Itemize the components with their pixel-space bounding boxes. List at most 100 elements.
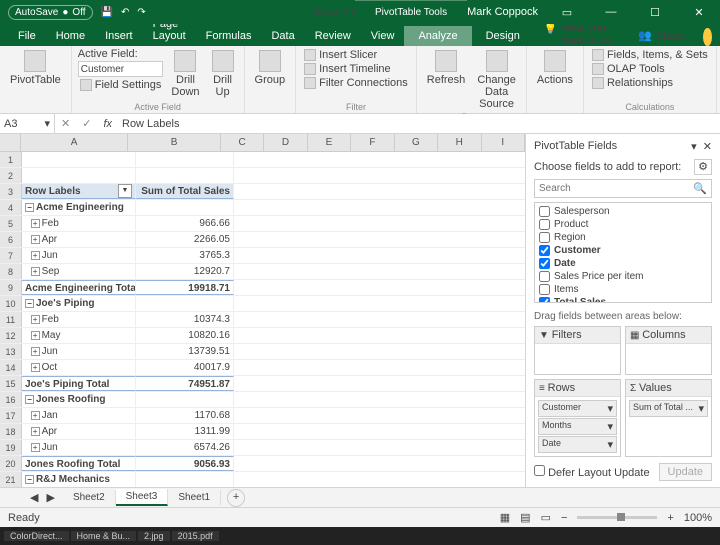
gear-icon[interactable]: ⚙ <box>694 159 712 175</box>
area-chip[interactable]: Customer▾ <box>538 400 617 417</box>
redo-icon[interactable]: ↷ <box>137 7 145 18</box>
drill-down-button[interactable]: Drill Down <box>167 48 203 100</box>
rows-area[interactable]: ≡ RowsCustomer▾Months▾Date▾ <box>534 379 621 457</box>
field-search[interactable]: 🔍 <box>534 179 712 198</box>
minimize-icon[interactable]: — <box>596 6 626 18</box>
zoom-out-icon[interactable]: − <box>561 512 567 524</box>
grid-row[interactable]: 2 <box>0 168 525 184</box>
tab-home[interactable]: Home <box>46 26 95 46</box>
user-name[interactable]: Mark Coppock <box>467 6 538 18</box>
fx-icon[interactable]: fx <box>97 118 118 130</box>
grid-row[interactable]: 6 +Apr2266.05 <box>0 232 525 248</box>
grid-row[interactable]: 8 +Sep12920.7 <box>0 264 525 280</box>
maximize-icon[interactable]: ☐ <box>640 6 670 19</box>
tab-design[interactable]: Design <box>472 26 534 46</box>
taskbar-item[interactable]: 2015.pdf <box>172 531 219 541</box>
olap-tools-button[interactable]: OLAP Tools <box>590 62 710 76</box>
grid-row[interactable]: 20Jones Roofing Total9056.93 <box>0 456 525 472</box>
fields-items-sets-button[interactable]: Fields, Items, & Sets <box>590 48 710 62</box>
area-chip[interactable]: Date▾ <box>538 436 617 453</box>
grid-row[interactable]: 7 +Jun3765.3 <box>0 248 525 264</box>
filters-area[interactable]: ▼ Filters <box>534 326 621 375</box>
col-header[interactable]: G <box>395 134 438 151</box>
zoom-slider[interactable] <box>577 516 657 519</box>
field-item[interactable]: Sales Price per item <box>537 270 709 283</box>
field-search-input[interactable] <box>539 183 693 194</box>
grid-row[interactable]: 4−Acme Engineering <box>0 200 525 216</box>
view-page-layout-icon[interactable]: ▤ <box>520 511 530 524</box>
field-settings-button[interactable]: Field Settings <box>78 78 164 92</box>
save-icon[interactable]: 💾 <box>101 7 113 18</box>
tab-formulas[interactable]: Formulas <box>196 26 262 46</box>
undo-icon[interactable]: ↶ <box>121 7 129 18</box>
tab-insert[interactable]: Insert <box>95 26 143 46</box>
add-sheet-button[interactable]: + <box>227 489 245 507</box>
field-item[interactable]: Total Sales <box>537 296 709 303</box>
active-field-input[interactable] <box>78 61 163 77</box>
grid-row[interactable]: 19 +Jun6574.26 <box>0 440 525 456</box>
tab-review[interactable]: Review <box>305 26 361 46</box>
taskbar-item[interactable]: Home & Bu... <box>71 531 137 541</box>
ribbon-options-icon[interactable]: ▭ <box>552 6 582 19</box>
field-item[interactable]: Date <box>537 257 709 270</box>
grid-row[interactable]: 10−Joe's Piping <box>0 296 525 312</box>
change-data-source-button[interactable]: Change Data Source <box>473 48 520 112</box>
sheet-tab[interactable]: Sheet3 <box>116 489 169 506</box>
col-header[interactable]: A <box>21 134 129 151</box>
field-item[interactable]: Items <box>537 283 709 296</box>
share-button[interactable]: 👥Share <box>628 25 695 46</box>
grid-row[interactable]: 11 +Feb10374.3 <box>0 312 525 328</box>
view-page-break-icon[interactable]: ▭ <box>541 511 551 524</box>
area-chip[interactable]: Sum of Total ...▾ <box>629 400 708 417</box>
tab-view[interactable]: View <box>361 26 405 46</box>
field-item[interactable]: Product <box>537 218 709 231</box>
tab-analyze[interactable]: Analyze <box>404 26 471 46</box>
grid-row[interactable]: 21−R&J Mechanics <box>0 472 525 487</box>
defer-layout-checkbox[interactable]: Defer Layout Update <box>534 465 650 479</box>
values-area[interactable]: Σ ValuesSum of Total ...▾ <box>625 379 712 457</box>
group-button[interactable]: Group <box>251 48 290 88</box>
tab-file[interactable]: File <box>8 26 46 46</box>
field-item[interactable]: Customer <box>537 244 709 257</box>
col-header[interactable]: H <box>438 134 481 151</box>
grid-row[interactable]: 1 <box>0 152 525 168</box>
windows-taskbar[interactable]: ColorDirect... Home & Bu... 2.jpg 2015.p… <box>0 527 720 545</box>
grid-row[interactable]: 5 +Feb966.66 <box>0 216 525 232</box>
columns-area[interactable]: ▦ Columns <box>625 326 712 375</box>
grid-row[interactable]: 12 +May10820.16 <box>0 328 525 344</box>
view-normal-icon[interactable]: ▦ <box>500 511 510 524</box>
formula-input[interactable] <box>118 118 720 130</box>
autosave-toggle[interactable]: AutoSave ● Off <box>8 5 93 20</box>
grid-row[interactable]: 3Row Labels▼Sum of Total Sales <box>0 184 525 200</box>
grid-row[interactable]: 13 +Jun13739.51 <box>0 344 525 360</box>
grid-row[interactable]: 14 +Oct40017.9 <box>0 360 525 376</box>
grid-row[interactable]: 9Acme Engineering Total19918.71 <box>0 280 525 296</box>
taskbar-item[interactable]: 2.jpg <box>138 531 170 541</box>
insert-slicer-button[interactable]: Insert Slicer <box>302 48 410 62</box>
zoom-level[interactable]: 100% <box>684 512 712 524</box>
relationships-button[interactable]: Relationships <box>590 76 710 90</box>
filter-connections-button[interactable]: Filter Connections <box>302 76 410 90</box>
update-button[interactable]: Update <box>659 463 712 481</box>
refresh-button[interactable]: Refresh <box>423 48 470 88</box>
tab-data[interactable]: Data <box>261 26 304 46</box>
col-header[interactable]: I <box>482 134 525 151</box>
area-chip[interactable]: Months▾ <box>538 418 617 435</box>
col-header[interactable]: E <box>308 134 351 151</box>
grid-row[interactable]: 16−Jones Roofing <box>0 392 525 408</box>
select-all-corner[interactable] <box>0 134 21 151</box>
col-header[interactable]: D <box>264 134 307 151</box>
taskbar-item[interactable]: ColorDirect... <box>4 531 69 541</box>
cancel-formula-icon[interactable]: ✕ <box>55 117 76 130</box>
sheet-nav-prev-icon[interactable]: ◀ <box>30 491 38 504</box>
name-box[interactable]: A3 <box>4 118 17 130</box>
col-header[interactable]: C <box>221 134 264 151</box>
sheet-nav-next-icon[interactable]: ▶ <box>46 491 54 504</box>
worksheet-grid[interactable]: A B C D E F G H I 123Row Labels▼Sum of T… <box>0 134 525 487</box>
enter-formula-icon[interactable]: ✓ <box>76 117 97 130</box>
grid-row[interactable]: 18 +Apr1311.99 <box>0 424 525 440</box>
grid-row[interactable]: 15Joe's Piping Total74951.87 <box>0 376 525 392</box>
actions-button[interactable]: Actions <box>533 48 577 88</box>
drill-up-button[interactable]: Drill Up <box>208 48 238 100</box>
close-icon[interactable]: ✕ <box>684 6 714 19</box>
